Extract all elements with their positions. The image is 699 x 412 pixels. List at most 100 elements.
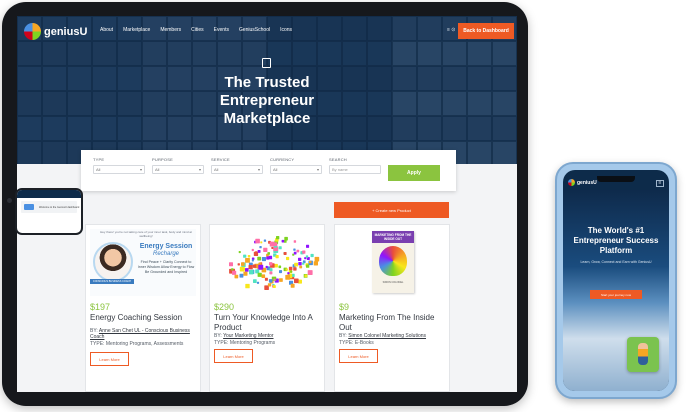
filter-type-value: All: [96, 167, 101, 172]
app-icon-tile: [238, 251, 241, 254]
product-image-energy-session[interactable]: Hey there! you're not taking care of you…: [90, 229, 196, 296]
learn-more-button[interactable]: Learn More: [90, 352, 129, 366]
app-icon-tile: [257, 256, 262, 261]
filter-purpose-label: PURPOSE: [152, 157, 173, 162]
secondary-phone-header: [17, 190, 81, 198]
app-icon-tile: [269, 268, 273, 272]
product-price: $290: [214, 302, 235, 312]
app-icon-tile: [298, 262, 302, 266]
product-card[interactable]: $290 Turn Your Knowledge Into A Product …: [209, 224, 325, 392]
chevron-down-icon: ▾: [198, 167, 201, 172]
nav-link-events[interactable]: Events: [214, 27, 229, 33]
app-icon-tile: [266, 256, 270, 260]
app-icon-tile: [267, 252, 270, 255]
author-link[interactable]: Simon Colonel Marketing Solutions: [348, 333, 426, 339]
nav-link-marketplace[interactable]: Marketplace: [123, 27, 150, 33]
app-icon-tile: [281, 239, 285, 243]
product-image-subheading: Recharge: [152, 251, 179, 257]
product-title[interactable]: Energy Coaching Session: [90, 313, 200, 323]
secondary-phone-text: Welcome to the GeniusU dashboard: [39, 206, 80, 209]
app-icon-tile: [237, 263, 240, 266]
app-icon-tile: [267, 283, 272, 287]
product-title[interactable]: Marketing From The Inside Out: [339, 313, 449, 333]
product-card[interactable]: MARKETING FROM THE INSIDE OUT SIMON COLO…: [334, 224, 450, 392]
nav-link-geniusschool[interactable]: GeniusSchool: [239, 27, 270, 33]
back-to-dashboard-button[interactable]: Back to Dashboard: [458, 23, 514, 39]
learn-more-button[interactable]: Learn More: [214, 349, 253, 363]
nav-link-about[interactable]: About: [100, 27, 113, 33]
by-label: BY:: [339, 333, 347, 339]
app-icon-tile: [271, 246, 274, 249]
author-link[interactable]: Anne San Chet UL - Conscious Business Co…: [90, 328, 190, 340]
home-icon[interactable]: [262, 58, 271, 68]
product-image-footer: CONSCIOUS BUSINESS COACH: [90, 279, 134, 284]
app-badge-icon: [627, 337, 659, 372]
product-title[interactable]: Turn Your Knowledge Into A Product: [214, 313, 324, 333]
product-author: BY: Simon Colonel Marketing Solutions: [339, 333, 447, 339]
app-icon-tile: [309, 260, 312, 264]
product-price: $197: [90, 302, 111, 312]
search-input[interactable]: By name: [329, 165, 381, 174]
coach-portrait: [93, 242, 133, 282]
filter-currency-select[interactable]: All ▾: [270, 165, 322, 174]
app-icon-tile: [243, 271, 248, 276]
filter-service-value: All: [214, 167, 219, 172]
app-icon-tile: [293, 251, 297, 255]
hero-banner: geniusU About Marketplace Members Cities…: [17, 16, 517, 164]
app-icon-tile: [293, 240, 297, 243]
app-icon-tile: [245, 283, 250, 289]
nav-utility-icons[interactable]: ≡ ⊙: [447, 27, 456, 33]
filter-purpose-select[interactable]: All ▾: [152, 165, 204, 174]
app-icon-tile: [304, 274, 308, 278]
filter-service-label: SERVICE: [211, 157, 230, 162]
app-icon-tile: [260, 241, 263, 244]
app-icon-tile: [290, 283, 295, 288]
geniusu-logo[interactable]: geniusU: [24, 23, 87, 40]
secondary-phone-device: Welcome to the GeniusU dashboard: [15, 188, 83, 235]
app-icon-tile: [234, 274, 239, 279]
product-image-knowledge-product[interactable]: [214, 229, 320, 296]
nav-link-cities[interactable]: Cities: [191, 27, 204, 33]
app-icon-tile: [296, 249, 300, 253]
product-card[interactable]: Hey there! you're not taking care of you…: [85, 224, 201, 392]
hamburger-menu-icon[interactable]: ≡: [656, 180, 664, 187]
app-icon-tile: [302, 262, 305, 265]
app-icon-tile: [249, 269, 254, 275]
app-icon-tile: [273, 242, 278, 246]
marketplace-filter-bar: TYPE All ▾ PURPOSE All ▾ SERVICE All ▾ C…: [81, 150, 456, 191]
app-icon-tile: [290, 270, 293, 273]
app-icon-tile: [288, 266, 293, 271]
dashboard-icon: [24, 204, 34, 210]
app-icon-tile: [239, 273, 244, 278]
chevron-down-icon: ▾: [257, 167, 260, 172]
filter-purpose-value: All: [155, 167, 160, 172]
author-link[interactable]: Your Marketing Mentor: [223, 333, 273, 339]
phone-logo-text: geniusU: [577, 179, 597, 186]
book-cover: MARKETING FROM THE INSIDE OUT SIMON COLO…: [372, 231, 414, 293]
filter-type-label: TYPE: [93, 157, 105, 162]
apply-button[interactable]: Apply: [388, 165, 440, 181]
app-icon-tile: [305, 255, 309, 258]
app-icon-tile: [229, 262, 233, 267]
app-icon-tile: [272, 285, 276, 288]
chevron-down-icon: ▾: [139, 167, 142, 172]
nav-link-members[interactable]: Members: [160, 27, 181, 33]
app-icon-tile: [287, 272, 290, 275]
app-icon-tile: [245, 268, 249, 272]
filter-type: TYPE All ▾: [93, 157, 145, 174]
filter-type-select[interactable]: All ▾: [93, 165, 145, 174]
app-icon-tile: [243, 254, 247, 258]
phone-cta-button[interactable]: Start your journey now: [590, 290, 642, 299]
logo-mark-icon: [568, 179, 575, 186]
nav-link-icons[interactable]: Icons: [280, 27, 292, 33]
phone-logo[interactable]: geniusU: [568, 179, 597, 186]
app-icon-tile: [293, 267, 297, 271]
product-image-book-cover[interactable]: MARKETING FROM THE INSIDE OUT SIMON COLO…: [339, 229, 445, 296]
app-icon-tile: [299, 265, 303, 269]
app-icon-tile: [294, 278, 299, 284]
app-icon-tile: [278, 265, 282, 269]
filter-service-select[interactable]: All ▾: [211, 165, 263, 174]
create-product-button[interactable]: + Create new Product: [334, 202, 449, 218]
learn-more-button[interactable]: Learn More: [339, 349, 378, 363]
person-figure-icon: [638, 343, 648, 365]
